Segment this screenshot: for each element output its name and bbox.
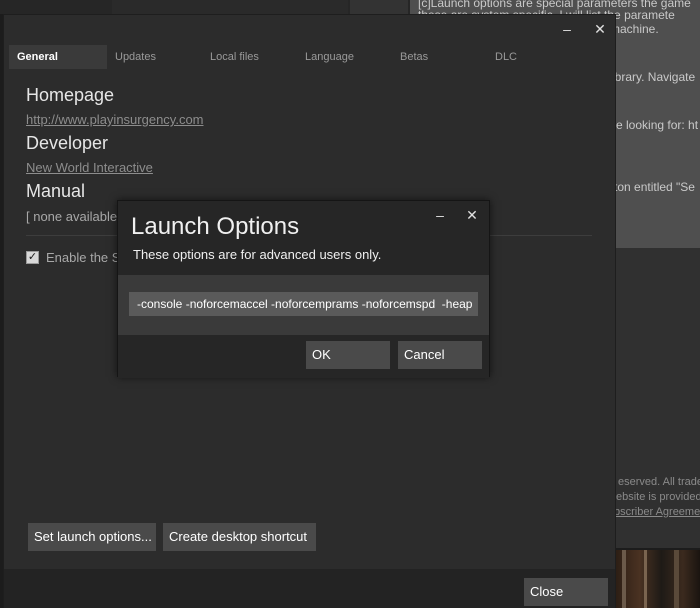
- developer-title: Developer: [26, 133, 109, 153]
- footer-line: ebsite is provided: [616, 491, 700, 503]
- properties-titlebar[interactable]: – ✕: [4, 15, 615, 43]
- background-strip-segment: [350, 0, 408, 14]
- homepage-title: Homepage: [26, 85, 115, 105]
- dialog-subtitle: These options are for advanced users onl…: [133, 247, 382, 262]
- manual-title: Manual: [26, 181, 86, 201]
- tab-local-files[interactable]: Local files: [202, 45, 297, 69]
- minimize-icon[interactable]: –: [557, 19, 577, 39]
- footer-link[interactable]: bscriber Agreeme: [614, 506, 700, 518]
- tab-dlc[interactable]: DLC: [487, 45, 582, 69]
- tab-general[interactable]: General: [9, 45, 107, 69]
- image-detail: [674, 550, 679, 608]
- cancel-button[interactable]: Cancel: [398, 341, 482, 369]
- tab-language[interactable]: Language: [297, 45, 392, 69]
- dialog-close-icon[interactable]: ✕: [462, 205, 482, 225]
- tab-betas[interactable]: Betas: [392, 45, 487, 69]
- image-detail: [644, 550, 647, 608]
- background-strip-segment: [112, 0, 348, 14]
- close-icon[interactable]: ✕: [590, 19, 610, 39]
- background-game-image: [614, 550, 700, 608]
- properties-footer: Close: [4, 569, 615, 608]
- footer-line: eserved. All trade: [618, 476, 700, 488]
- image-detail: [622, 550, 626, 608]
- homepage-link[interactable]: http://www.playinsurgency.com: [26, 112, 204, 127]
- overlay-checkbox-label[interactable]: Enable the S: [46, 250, 120, 265]
- set-launch-options-button[interactable]: Set launch options...: [28, 523, 156, 551]
- article-line: e looking for: ht: [616, 118, 699, 132]
- create-desktop-shortcut-button[interactable]: Create desktop shortcut: [163, 523, 316, 551]
- dialog-minimize-icon[interactable]: –: [430, 205, 450, 225]
- article-line: ibrary. Navigate: [612, 70, 696, 84]
- tab-updates[interactable]: Updates: [107, 45, 202, 69]
- developer-link[interactable]: New World Interactive: [26, 160, 153, 175]
- dialog-body: [118, 275, 489, 335]
- overlay-checkbox[interactable]: ✓: [26, 251, 39, 264]
- dialog-header[interactable]: – ✕ Launch Options These options are for…: [118, 201, 489, 275]
- launch-options-dialog: – ✕ Launch Options These options are for…: [117, 200, 490, 378]
- screen: [c]Launch options are special parameters…: [0, 0, 700, 608]
- dialog-footer: OK Cancel: [118, 335, 489, 378]
- close-button[interactable]: Close: [524, 578, 608, 606]
- launch-options-input[interactable]: [129, 292, 478, 316]
- dialog-title: Launch Options: [131, 213, 300, 240]
- manual-value: [ none available ]: [26, 209, 125, 224]
- article-line: ton entitled "Se: [614, 180, 695, 194]
- ok-button[interactable]: OK: [306, 341, 390, 369]
- properties-tabs: General Updates Local files Language Bet…: [9, 45, 609, 69]
